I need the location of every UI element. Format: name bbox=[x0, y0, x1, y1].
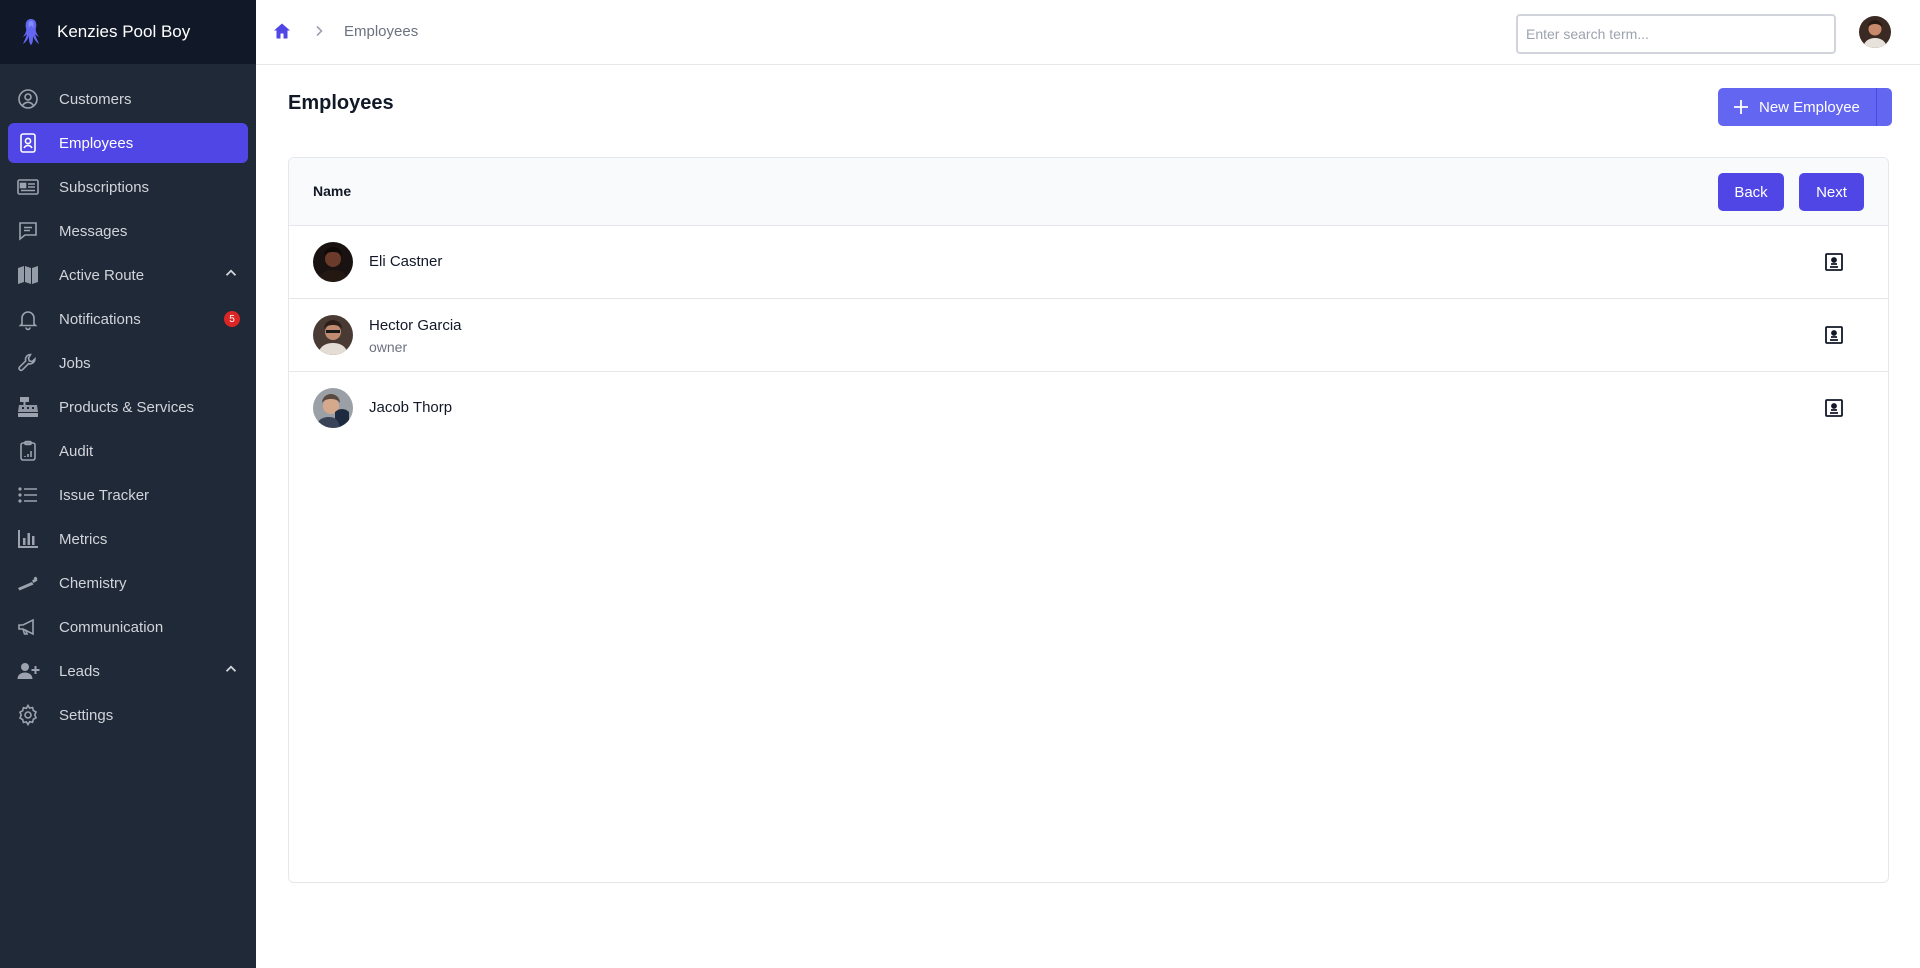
sidebar-item-label: Settings bbox=[59, 706, 114, 724]
sidebar-item-label: Active Route bbox=[59, 266, 145, 284]
sidebar-item-label: Messages bbox=[59, 222, 128, 240]
logo-icon bbox=[18, 17, 44, 47]
table-row[interactable]: Hector Garcia owner bbox=[289, 299, 1888, 372]
user-avatar[interactable] bbox=[1859, 16, 1891, 48]
id-badge-icon bbox=[16, 131, 40, 155]
employee-role: owner bbox=[369, 339, 408, 355]
new-employee-button[interactable]: New Employee bbox=[1718, 88, 1876, 126]
avatar bbox=[313, 315, 353, 355]
sidebar-item-label: Subscriptions bbox=[59, 178, 150, 196]
employee-name: Jacob Thorp bbox=[369, 399, 453, 416]
sidebar-item-messages[interactable]: Messages bbox=[8, 211, 248, 251]
view-profile-icon[interactable] bbox=[1822, 323, 1846, 347]
user-plus-icon bbox=[16, 659, 40, 683]
sidebar-item-label: Products & Services bbox=[59, 398, 195, 416]
map-icon bbox=[16, 263, 40, 287]
new-employee-button-group: New Employee bbox=[1718, 88, 1892, 126]
sidebar-item-leads[interactable]: Leads bbox=[8, 651, 248, 691]
list-icon bbox=[16, 483, 40, 507]
sidebar-nav: Customers Employees Subscriptions Messag… bbox=[0, 64, 256, 735]
clipboard-icon bbox=[16, 439, 40, 463]
sidebar-item-chemistry[interactable]: Chemistry bbox=[8, 563, 248, 603]
column-header-name: Name bbox=[313, 183, 352, 199]
chevron-up-icon[interactable] bbox=[222, 264, 240, 286]
sidebar: Kenzies Pool Boy Customers Employees Sub… bbox=[0, 0, 256, 968]
sidebar-item-label: Employees bbox=[59, 134, 134, 152]
megaphone-icon bbox=[16, 615, 40, 639]
sidebar-item-label: Audit bbox=[59, 442, 94, 460]
avatar bbox=[313, 242, 353, 282]
sidebar-item-audit[interactable]: Audit bbox=[8, 431, 248, 471]
sidebar-item-customers[interactable]: Customers bbox=[8, 79, 248, 119]
breadcrumb-current[interactable]: Employees bbox=[344, 23, 418, 40]
bar-chart-icon bbox=[16, 527, 40, 551]
table-header: Name Back Next bbox=[289, 158, 1888, 226]
chevron-right-icon bbox=[311, 23, 327, 39]
pipette-icon bbox=[16, 571, 40, 595]
view-profile-icon[interactable] bbox=[1822, 250, 1846, 274]
user-circle-icon bbox=[16, 87, 40, 111]
back-button[interactable]: Back bbox=[1718, 173, 1784, 211]
employee-name: Eli Castner bbox=[369, 253, 443, 270]
wrench-icon bbox=[16, 351, 40, 375]
id-card-icon bbox=[16, 175, 40, 199]
chevron-up-icon[interactable] bbox=[222, 660, 240, 682]
employees-table: Name Back Next Eli Castner Hector Garcia… bbox=[288, 157, 1889, 883]
bell-icon bbox=[16, 307, 40, 331]
sidebar-item-label: Communication bbox=[59, 618, 164, 636]
home-icon[interactable] bbox=[272, 21, 292, 41]
sidebar-item-label: Customers bbox=[59, 90, 132, 108]
app-name: Kenzies Pool Boy bbox=[57, 22, 191, 41]
new-employee-label: New Employee bbox=[1759, 98, 1860, 116]
plus-icon bbox=[1734, 100, 1748, 114]
employee-name: Hector Garcia bbox=[369, 317, 462, 334]
view-profile-icon[interactable] bbox=[1822, 396, 1846, 420]
page-title: Employees bbox=[288, 92, 394, 114]
table-row[interactable]: Eli Castner bbox=[289, 226, 1888, 299]
new-employee-dropdown-toggle[interactable] bbox=[1875, 88, 1892, 126]
sidebar-item-communication[interactable]: Communication bbox=[8, 607, 248, 647]
sidebar-item-issue-tracker[interactable]: Issue Tracker bbox=[8, 475, 248, 515]
sidebar-item-metrics[interactable]: Metrics bbox=[8, 519, 248, 559]
sidebar-item-subscriptions[interactable]: Subscriptions bbox=[8, 167, 248, 207]
sidebar-item-label: Leads bbox=[59, 662, 100, 680]
sidebar-item-active-route[interactable]: Active Route bbox=[8, 255, 248, 295]
avatar bbox=[313, 388, 353, 428]
sidebar-item-label: Jobs bbox=[59, 354, 91, 372]
cash-register-icon bbox=[16, 395, 40, 419]
top-bar: Employees bbox=[256, 0, 1920, 65]
sidebar-item-settings[interactable]: Settings bbox=[8, 695, 248, 735]
sidebar-item-label: Chemistry bbox=[59, 574, 127, 592]
sidebar-item-label: Issue Tracker bbox=[59, 486, 150, 504]
search-input[interactable] bbox=[1516, 14, 1836, 54]
sidebar-item-jobs[interactable]: Jobs bbox=[8, 343, 248, 383]
sidebar-item-label: Notifications bbox=[59, 310, 141, 328]
sidebar-item-products-services[interactable]: Products & Services bbox=[8, 387, 248, 427]
notification-count-badge: 5 bbox=[224, 311, 240, 327]
sidebar-item-label: Metrics bbox=[59, 530, 108, 548]
next-button[interactable]: Next bbox=[1799, 173, 1864, 211]
table-row[interactable]: Jacob Thorp bbox=[289, 372, 1888, 445]
chat-bubble-icon bbox=[16, 219, 40, 243]
sidebar-item-notifications[interactable]: Notifications 5 bbox=[8, 299, 248, 339]
sidebar-item-employees[interactable]: Employees bbox=[8, 123, 248, 163]
brand[interactable]: Kenzies Pool Boy bbox=[0, 0, 256, 64]
gear-icon bbox=[16, 703, 40, 727]
